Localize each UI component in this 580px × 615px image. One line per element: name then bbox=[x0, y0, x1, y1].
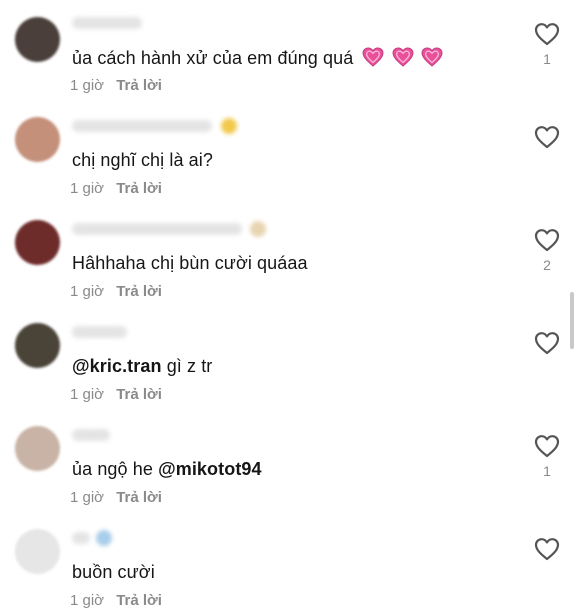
comment-text: buồn cười bbox=[72, 562, 155, 583]
heart-outline-icon bbox=[534, 538, 560, 561]
comment-body: gì z tr bbox=[161, 356, 213, 376]
comment-item: ủa cách hành xử của em đúng quá 1 giờ Tr… bbox=[0, 0, 580, 103]
reply-button[interactable]: Trả lời bbox=[116, 180, 162, 197]
avatar[interactable] bbox=[15, 323, 60, 368]
reply-button[interactable]: Trả lời bbox=[116, 592, 162, 609]
comment-time: 1 giờ bbox=[70, 386, 105, 403]
username-emoji-icon bbox=[96, 530, 112, 546]
heart-emoji-icon bbox=[392, 47, 414, 72]
username-blurred[interactable] bbox=[72, 223, 242, 235]
username-blurred[interactable] bbox=[72, 326, 127, 338]
heart-outline-icon bbox=[534, 23, 560, 46]
scrollbar[interactable] bbox=[570, 292, 574, 349]
comment-body: buồn cười bbox=[72, 562, 155, 582]
avatar[interactable] bbox=[15, 529, 60, 574]
heart-outline-icon bbox=[534, 229, 560, 252]
avatar[interactable] bbox=[15, 17, 60, 62]
comment-item: ủa ngộ he @mikotot94 1 giờ Trả lời 1 bbox=[0, 412, 580, 515]
comment-item: Hâhhaha chị bùn cười quáaa 1 giờ Trả lời… bbox=[0, 206, 580, 309]
like-count: 1 bbox=[543, 51, 551, 67]
mention-link[interactable]: @kric.tran bbox=[72, 356, 162, 376]
heart-outline-icon bbox=[534, 126, 560, 149]
comment-time: 1 giờ bbox=[70, 77, 105, 94]
comment-item: buồn cười 1 giờ Trả lời bbox=[0, 515, 580, 615]
username-emoji-icon bbox=[250, 221, 266, 237]
comment-meta: 1 giờ Trả lời bbox=[70, 386, 162, 403]
comment-body: Hâhhaha chị bùn cười quáaa bbox=[72, 253, 308, 273]
username-emoji-icon bbox=[221, 118, 237, 134]
avatar[interactable] bbox=[15, 426, 60, 471]
comment-item: chị nghĩ chị là ai? 1 giờ Trả lời bbox=[0, 103, 580, 206]
like-button[interactable]: 1 bbox=[533, 434, 561, 484]
comment-text: ủa cách hành xử của em đúng quá bbox=[72, 47, 445, 72]
comment-meta: 1 giờ Trả lời bbox=[70, 180, 162, 197]
comment-list: ủa cách hành xử của em đúng quá 1 giờ Tr… bbox=[0, 0, 580, 615]
heart-outline-icon bbox=[534, 435, 560, 458]
username-blurred[interactable] bbox=[72, 532, 90, 544]
comment-meta: 1 giờ Trả lời bbox=[70, 592, 162, 609]
comment-body: ủa ngộ he bbox=[72, 459, 159, 479]
reply-button[interactable]: Trả lời bbox=[116, 489, 162, 506]
reply-button[interactable]: Trả lời bbox=[116, 77, 162, 94]
heart-emoji-icon bbox=[421, 47, 443, 72]
comment-text: @kric.tran gì z tr bbox=[72, 356, 212, 377]
comment-text: ủa ngộ he @mikotot94 bbox=[72, 459, 262, 480]
like-button[interactable] bbox=[533, 125, 561, 175]
comment-meta: 1 giờ Trả lời bbox=[70, 489, 162, 506]
mention-link[interactable]: @mikotot94 bbox=[158, 459, 262, 479]
comment-time: 1 giờ bbox=[70, 592, 105, 609]
username-blurred[interactable] bbox=[72, 429, 110, 441]
comment-meta: 1 giờ Trả lời bbox=[70, 77, 162, 94]
comment-text: chị nghĩ chị là ai? bbox=[72, 150, 213, 171]
username-blurred[interactable] bbox=[72, 120, 212, 132]
like-button[interactable]: 2 bbox=[533, 228, 561, 278]
like-button[interactable] bbox=[533, 537, 561, 587]
like-button[interactable] bbox=[533, 331, 561, 381]
reply-button[interactable]: Trả lời bbox=[116, 283, 162, 300]
avatar[interactable] bbox=[15, 117, 60, 162]
heart-outline-icon bbox=[534, 332, 560, 355]
heart-emoji-icon bbox=[362, 47, 384, 72]
pink-hearts-emoji bbox=[362, 47, 444, 72]
comment-text: Hâhhaha chị bùn cười quáaa bbox=[72, 253, 308, 274]
comment-body: ủa cách hành xử của em đúng quá bbox=[72, 48, 354, 68]
comment-time: 1 giờ bbox=[70, 180, 105, 197]
avatar[interactable] bbox=[15, 220, 60, 265]
comment-meta: 1 giờ Trả lời bbox=[70, 283, 162, 300]
like-button[interactable]: 1 bbox=[533, 22, 561, 72]
comment-body: chị nghĩ chị là ai? bbox=[72, 150, 213, 170]
username-blurred[interactable] bbox=[72, 17, 142, 29]
reply-button[interactable]: Trả lời bbox=[116, 386, 162, 403]
comment-time: 1 giờ bbox=[70, 489, 105, 506]
comment-time: 1 giờ bbox=[70, 283, 105, 300]
comment-item: @kric.tran gì z tr 1 giờ Trả lời bbox=[0, 309, 580, 412]
like-count: 1 bbox=[543, 463, 551, 479]
like-count: 2 bbox=[543, 257, 551, 273]
